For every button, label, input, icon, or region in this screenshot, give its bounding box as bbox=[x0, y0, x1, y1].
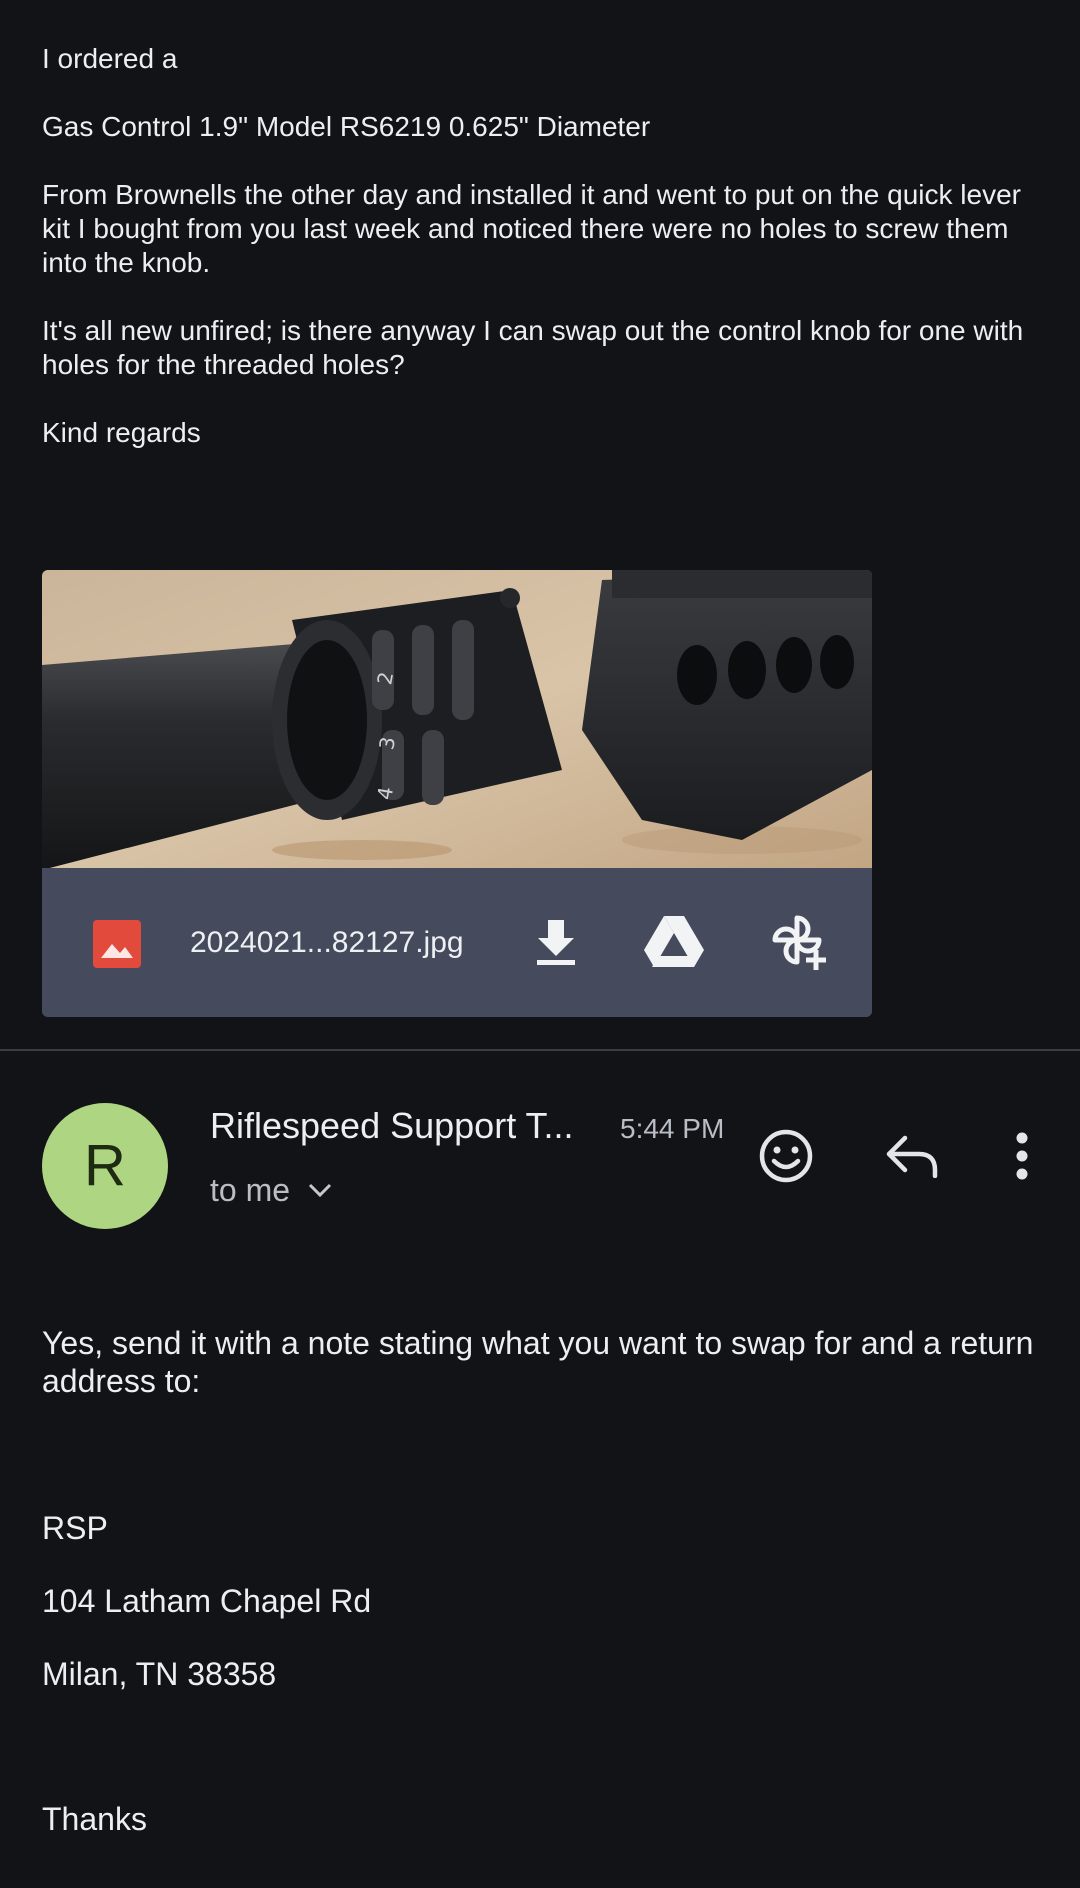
address-line: 104 Latham Chapel Rd bbox=[42, 1583, 372, 1619]
recipient-label: to me bbox=[210, 1171, 291, 1208]
message-divider bbox=[0, 1049, 1080, 1051]
message-paragraph: Thanks bbox=[42, 1801, 147, 1837]
download-icon bbox=[537, 920, 575, 965]
address-line: RSP bbox=[42, 1510, 108, 1546]
save-to-drive-button[interactable] bbox=[642, 910, 706, 974]
attachment-image-preview[interactable]: 2 3 4 bbox=[42, 570, 872, 868]
attachment-filename[interactable]: 2024021...82127.jpg bbox=[190, 923, 464, 963]
reply-button[interactable] bbox=[880, 1124, 944, 1188]
address-line: Milan, TN 38358 bbox=[42, 1656, 277, 1692]
attachment-card[interactable]: 2 3 4 2024021...82127.jpg bbox=[42, 570, 872, 1017]
add-to-photos-icon bbox=[772, 915, 826, 970]
download-button[interactable] bbox=[524, 910, 588, 974]
emoji-icon bbox=[759, 1129, 813, 1183]
message-paragraph: Gas Control 1.9" Model RS6219 0.625" Dia… bbox=[42, 111, 651, 142]
add-reaction-button[interactable] bbox=[754, 1124, 818, 1188]
attachment-action-bar: 2024021...82127.jpg bbox=[42, 868, 872, 1017]
reply-icon bbox=[886, 1135, 938, 1178]
message-paragraph: I ordered a bbox=[42, 43, 178, 74]
more-vert-icon bbox=[1016, 1132, 1028, 1180]
recipient-details-toggle[interactable]: to me bbox=[210, 1168, 332, 1212]
drive-icon bbox=[644, 916, 704, 967]
message-time: 5:44 PM bbox=[620, 1113, 725, 1144]
sender-name[interactable]: Riflespeed Support T... bbox=[210, 1104, 574, 1148]
message-paragraph: Kind regards bbox=[42, 417, 201, 448]
message-paragraph: From Brownells the other day and install… bbox=[42, 179, 1021, 278]
message-paragraph: Yes, send it with a note stating what yo… bbox=[42, 1325, 1034, 1399]
gas-block-photo: 2 3 4 bbox=[42, 570, 872, 868]
message-paragraph: It's all new unfired; is there anyway I … bbox=[42, 315, 1024, 380]
image-file-icon bbox=[93, 920, 141, 968]
chevron-down-icon bbox=[308, 1183, 332, 1197]
more-options-button[interactable] bbox=[990, 1124, 1054, 1188]
add-to-photos-button[interactable] bbox=[767, 910, 831, 974]
avatar[interactable]: R bbox=[42, 1103, 168, 1229]
